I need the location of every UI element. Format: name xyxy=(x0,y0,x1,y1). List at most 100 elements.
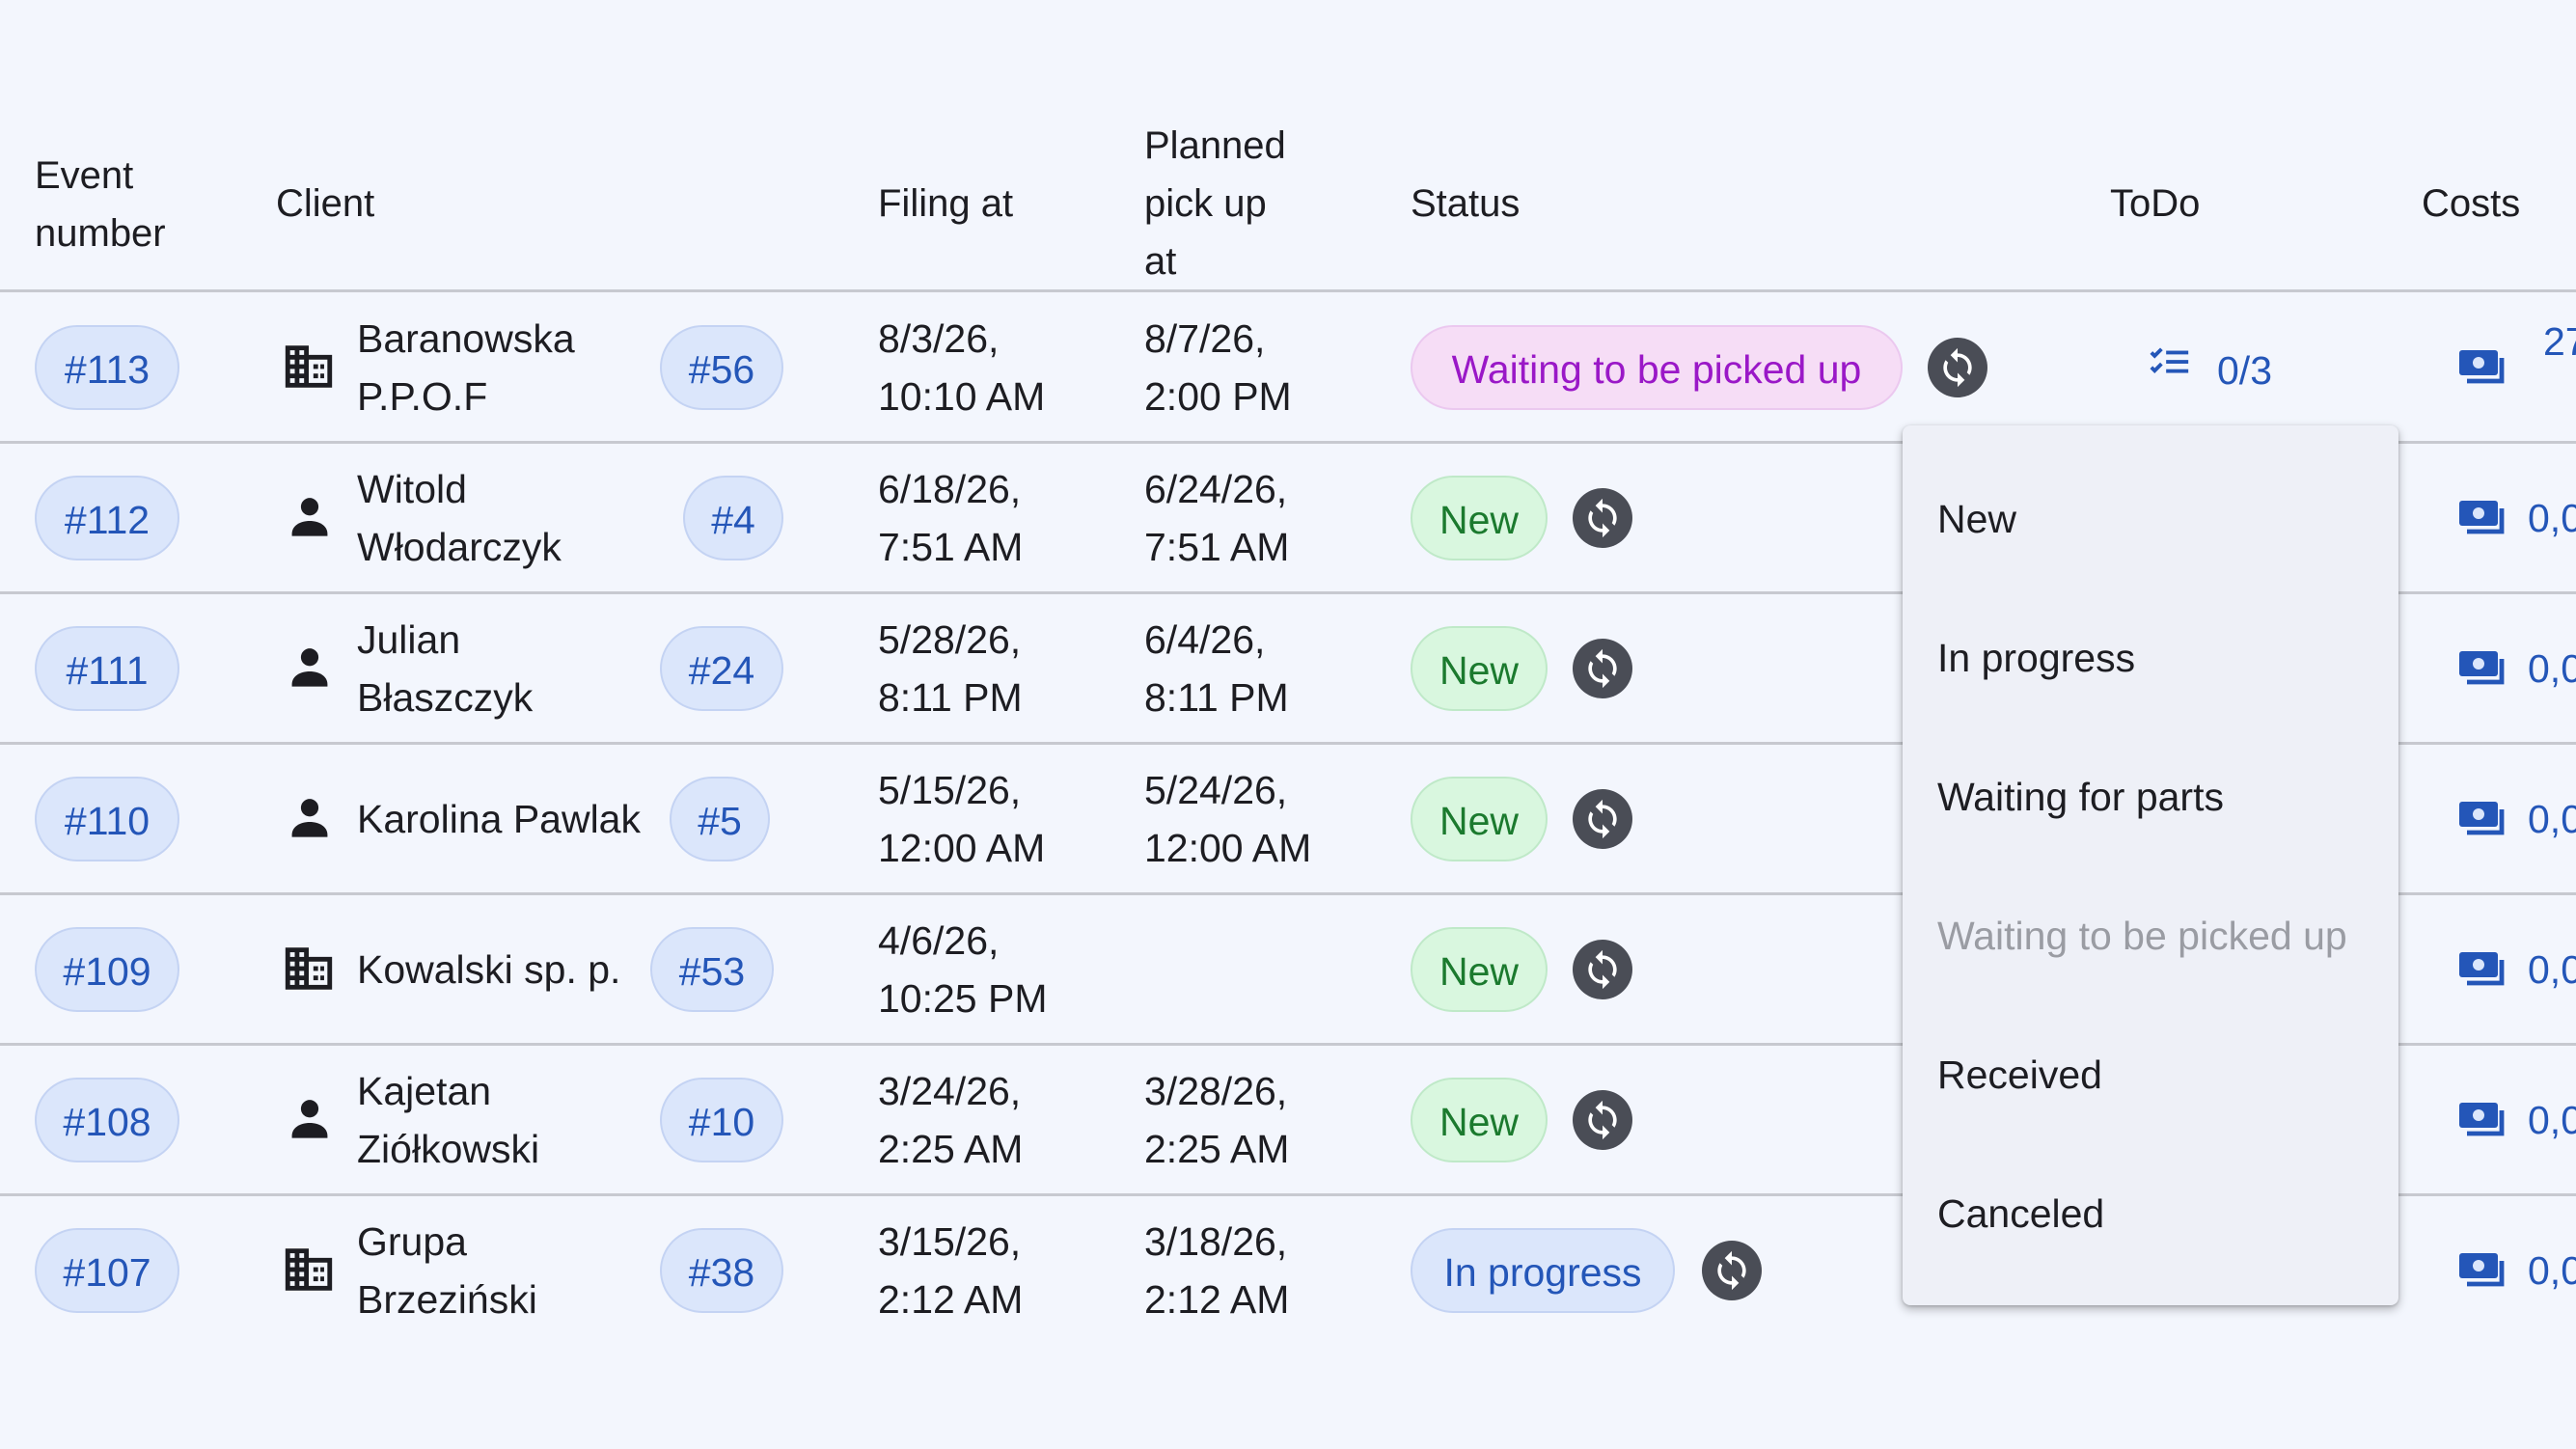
status-badge[interactable]: New xyxy=(1411,777,1548,861)
building-icon xyxy=(280,941,338,1001)
header-event-number-line2: number xyxy=(35,212,166,255)
client-name-line: Karolina Pawlak xyxy=(357,797,641,841)
planned-pick-up-line: 6/4/26, xyxy=(1144,617,1266,662)
header-event-number[interactable]: Event number xyxy=(35,147,166,262)
planned-pick-up-line: 3/28/26, xyxy=(1144,1069,1288,1113)
cash-icon xyxy=(2456,1099,2508,1146)
client-name-line: Witold xyxy=(357,467,467,511)
client-id-badge[interactable]: #5 xyxy=(670,777,770,861)
header-todo[interactable]: ToDo xyxy=(2110,175,2200,232)
event-number-badge[interactable]: #108 xyxy=(35,1078,179,1162)
status-badge[interactable]: In progress xyxy=(1411,1228,1675,1313)
status-badge[interactable]: New xyxy=(1411,927,1548,1012)
header-filing-at[interactable]: Filing at xyxy=(878,175,1013,232)
table-row[interactable]: #113 Baranowska P.P.O.F #56 8/3/26, 10:10 AM 8… xyxy=(0,292,2576,444)
client-name[interactable]: Grupa Brzeziński xyxy=(357,1213,537,1328)
client-name[interactable]: Julian Błaszczyk xyxy=(357,611,533,726)
client-name-line: Włodarczyk xyxy=(357,525,562,569)
client-name[interactable]: Baranowska P.P.O.F xyxy=(357,310,575,425)
person-icon xyxy=(285,491,335,546)
planned-pick-up-line: 2:25 AM xyxy=(1144,1127,1290,1171)
client-name[interactable]: Kajetan Ziółkowski xyxy=(357,1062,539,1178)
status-badge[interactable]: New xyxy=(1411,1078,1548,1162)
filing-at-line: 10:10 AM xyxy=(878,374,1046,419)
planned-pick-up-line: 2:12 AM xyxy=(1144,1277,1290,1322)
event-number-badge[interactable]: #109 xyxy=(35,927,179,1012)
menu-item-received[interactable]: Received xyxy=(1937,1046,2102,1104)
filing-at-line: 5/28/26, xyxy=(878,617,1022,662)
event-number-badge[interactable]: #112 xyxy=(35,476,179,560)
filing-at-value: 6/18/26, 7:51 AM xyxy=(878,460,1023,576)
planned-pick-up-line: 8/7/26, xyxy=(1144,316,1266,361)
planned-pick-up-line: 8:11 PM xyxy=(1144,675,1289,720)
client-name[interactable]: Witold Włodarczyk xyxy=(357,460,562,576)
cost-value[interactable]: 27 xyxy=(2543,313,2576,370)
client-id-badge[interactable]: #10 xyxy=(660,1078,783,1162)
cost-value[interactable]: 0,0 xyxy=(2528,790,2576,848)
filing-at-line: 10:25 PM xyxy=(878,976,1048,1021)
cost-value[interactable]: 0,0 xyxy=(2528,941,2576,998)
cash-icon xyxy=(2456,798,2508,845)
menu-item-waiting-for-parts[interactable]: Waiting for parts xyxy=(1937,768,2224,826)
change-status-button[interactable] xyxy=(1573,488,1632,548)
client-id-badge[interactable]: #53 xyxy=(650,927,774,1012)
event-number-badge[interactable]: #113 xyxy=(35,325,179,410)
menu-item-new[interactable]: New xyxy=(1937,490,2016,548)
status-badge[interactable]: New xyxy=(1411,476,1548,560)
cost-value[interactable]: 0,0 xyxy=(2528,1091,2576,1149)
filing-at-value: 5/15/26, 12:00 AM xyxy=(878,761,1045,877)
cash-icon xyxy=(2456,948,2508,996)
client-name[interactable]: Kowalski sp. p. xyxy=(357,941,620,998)
planned-pick-up-value: 6/24/26, 7:51 AM xyxy=(1144,460,1289,576)
cash-icon xyxy=(2456,647,2508,695)
header-client[interactable]: Client xyxy=(276,175,374,232)
filing-at-line: 3/24/26, xyxy=(878,1069,1022,1113)
cost-value[interactable]: 0,0 xyxy=(2528,489,2576,547)
change-status-button[interactable] xyxy=(1573,940,1632,999)
planned-pick-up-value: 6/4/26, 8:11 PM xyxy=(1144,611,1289,726)
event-number-badge[interactable]: #111 xyxy=(35,626,179,711)
client-id-badge[interactable]: #24 xyxy=(660,626,783,711)
header-planned-line2: pick up xyxy=(1144,182,1267,225)
header-costs[interactable]: Costs xyxy=(2422,175,2520,232)
client-id-badge[interactable]: #56 xyxy=(660,325,783,410)
change-status-button[interactable] xyxy=(1573,1090,1632,1150)
client-name-line: P.P.O.F xyxy=(357,374,488,419)
client-name-line: Ziółkowski xyxy=(357,1127,540,1171)
status-dropdown-menu: New In progress Waiting for parts Waitin… xyxy=(1903,425,2398,1305)
planned-pick-up-line: 6/24/26, xyxy=(1144,467,1288,511)
planned-pick-up-line: 3/18/26, xyxy=(1144,1219,1288,1264)
menu-item-in-progress[interactable]: In progress xyxy=(1937,629,2135,687)
todo-progress[interactable]: 0/3 xyxy=(2146,339,2272,400)
filing-at-line: 7:51 AM xyxy=(878,525,1024,569)
filing-at-value: 3/24/26, 2:25 AM xyxy=(878,1062,1023,1178)
event-number-badge[interactable]: #107 xyxy=(35,1228,179,1313)
client-name-line: Błaszczyk xyxy=(357,675,534,720)
cash-icon xyxy=(2456,497,2508,544)
filing-at-value: 4/6/26, 10:25 PM xyxy=(878,912,1048,1027)
planned-pick-up-value: 8/7/26, 2:00 PM xyxy=(1144,310,1292,425)
cash-icon xyxy=(2456,346,2508,394)
header-status[interactable]: Status xyxy=(1411,175,1520,232)
todo-count: 0/3 xyxy=(2217,348,2272,394)
client-id-badge[interactable]: #38 xyxy=(660,1228,783,1313)
header-event-number-line1: Event xyxy=(35,154,134,197)
change-status-button[interactable] xyxy=(1573,789,1632,849)
change-status-button[interactable] xyxy=(1573,639,1632,698)
change-status-button[interactable] xyxy=(1702,1241,1762,1300)
status-badge[interactable]: New xyxy=(1411,626,1548,711)
client-id-badge[interactable]: #4 xyxy=(683,476,783,560)
client-name[interactable]: Karolina Pawlak xyxy=(357,790,641,848)
cost-value[interactable]: 0,0 xyxy=(2528,1242,2576,1299)
checklist-icon xyxy=(2146,341,2194,400)
header-planned-pick-up[interactable]: Planned pick up at xyxy=(1144,117,1286,290)
client-name-line: Grupa xyxy=(357,1219,467,1264)
menu-item-canceled[interactable]: Canceled xyxy=(1937,1185,2104,1243)
person-icon xyxy=(285,1093,335,1148)
status-badge[interactable]: Waiting to be picked up xyxy=(1411,325,1903,410)
event-number-badge[interactable]: #110 xyxy=(35,777,179,861)
planned-pick-up-value: 3/18/26, 2:12 AM xyxy=(1144,1213,1289,1328)
change-status-button[interactable] xyxy=(1928,338,1987,397)
cost-value[interactable]: 0,0 xyxy=(2528,640,2576,697)
header-planned-line3: at xyxy=(1144,240,1177,283)
